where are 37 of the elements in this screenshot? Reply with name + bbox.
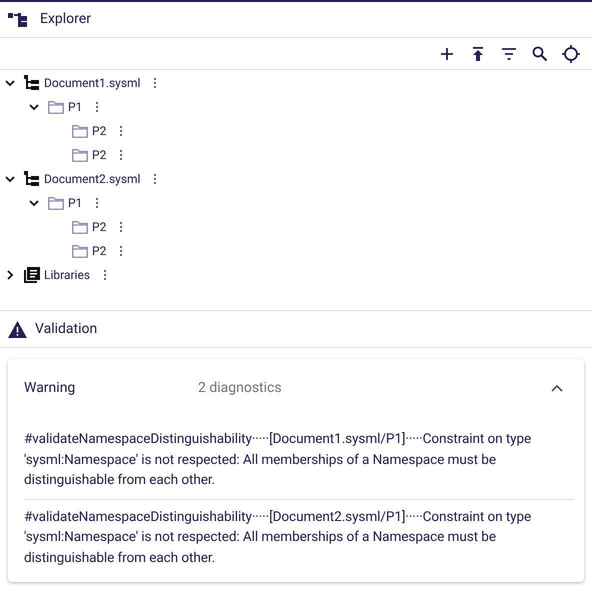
tree-item-label[interactable]: P1 [68,98,82,116]
more-icon[interactable] [95,101,100,113]
tree-item-label[interactable]: P2 [92,146,106,164]
warning-icon [8,320,27,338]
tree-item-label[interactable]: P2 [92,122,106,140]
crosshair-icon[interactable] [560,44,582,62]
diagnostic-message: #validateNamespaceDistinguishability·····[Document2.sysml/P1]·····Constraint on type 'sysml:Namespace' is not respected: All memberships of a Namespace must be distinguishable from each other. [24,498,574,568]
tree-item-label[interactable]: Document1.sysml [44,74,140,92]
folder-icon [72,148,88,162]
model-icon [24,75,40,91]
model-icon [24,171,40,187]
diagnostics-count: 2 diagnostics [198,378,283,398]
diagnostic-message: #validateNamespaceDistinguishability·····[Document1.sysml/P1]·····Constraint on type 'sysml:Namespace' is not respected: All memberships of a Namespace must be distinguishable from each other. [24,430,532,490]
folder-icon [72,124,88,138]
folder-icon [48,196,64,210]
more-icon[interactable] [119,149,124,161]
more-icon[interactable] [153,173,158,185]
more-icon[interactable] [103,269,108,281]
severity-label: Warning [24,378,76,398]
tree-item-label[interactable]: Libraries [44,266,90,284]
tree-item-label[interactable]: P2 [92,242,106,260]
tree-item-label[interactable]: Document2.sysml [44,170,140,188]
folder-icon [48,100,64,114]
more-icon[interactable] [95,197,100,209]
more-icon[interactable] [153,77,158,89]
tree-item-label[interactable]: P2 [92,218,106,236]
tree-icon [8,12,28,28]
library-icon [24,267,40,283]
more-icon[interactable] [119,125,124,137]
tree-item-label[interactable]: P1 [68,194,82,212]
panel-title: Explorer [40,10,91,29]
chevron-up-icon[interactable] [550,383,564,393]
folder-icon [72,220,88,234]
more-icon[interactable] [119,221,124,233]
more-icon[interactable] [119,245,124,257]
panel-title: Validation [35,320,98,338]
folder-icon [72,244,88,258]
